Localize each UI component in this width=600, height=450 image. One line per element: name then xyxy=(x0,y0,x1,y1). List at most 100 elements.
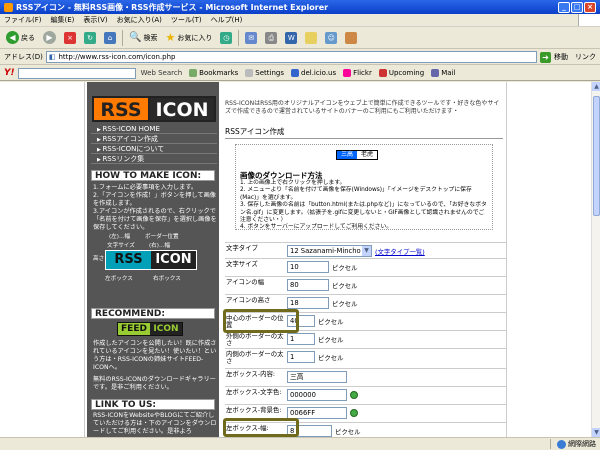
yahoo-search-input[interactable] xyxy=(17,67,136,79)
left-color-input[interactable]: 000000 xyxy=(287,389,347,401)
font-size-input[interactable]: 10 xyxy=(287,261,329,273)
unit-label: ピクセル xyxy=(335,427,361,436)
forward-button[interactable]: ▶ xyxy=(41,29,58,47)
main-content: RSS-ICONはRSS用のオリジナルアイコンをウェブ上で簡単に作成できるツール… xyxy=(223,82,508,437)
mail-button-yahoo[interactable]: Mail xyxy=(429,69,457,77)
research-icon xyxy=(345,31,358,44)
sidebar-item-create[interactable]: RSSアイコン作成 xyxy=(91,134,217,144)
sidebar: RSS ICON RSS-ICON HOME RSSアイコン作成 RSS-ICO… xyxy=(87,82,219,437)
home-button[interactable]: ⌂ xyxy=(102,29,118,47)
menu-edit[interactable]: 編集(E) xyxy=(51,15,75,25)
menu-help[interactable]: ヘルプ(H) xyxy=(211,15,243,25)
discuss-icon xyxy=(305,31,318,44)
discuss-button[interactable] xyxy=(303,29,319,47)
maximize-button[interactable]: □ xyxy=(571,1,583,13)
diagram-border-pos: ボーダー位置 xyxy=(145,234,179,240)
print-icon: ⎙ xyxy=(265,31,278,44)
delicious-button[interactable]: del.icio.us xyxy=(289,69,338,77)
flickr-label: Flickr xyxy=(353,69,372,77)
minimize-button[interactable]: _ xyxy=(558,1,570,13)
menu-view[interactable]: 表示(V) xyxy=(83,15,107,25)
font-type-list-link[interactable]: (文字タイプ一覧) xyxy=(375,247,425,256)
diagram-box1: RSS xyxy=(106,251,151,269)
address-input[interactable]: ◧ http://www.rss-icon.com/icon.php xyxy=(45,51,537,63)
links-button[interactable]: リンク xyxy=(575,52,596,62)
history-button[interactable]: ◷ xyxy=(218,29,234,47)
edit-button[interactable]: W xyxy=(283,29,299,47)
rss-icon-logo[interactable]: RSS ICON xyxy=(92,96,216,122)
unit-label: ピクセル xyxy=(318,335,344,344)
howto-step: 2.「アイコンを作成！」ボタンを押して画像を作成します。 xyxy=(93,192,216,207)
outer-border-input[interactable]: 1 xyxy=(287,333,315,345)
feed-icon-banner[interactable]: FEED ICON xyxy=(117,322,183,336)
favorites-label: お気に入り xyxy=(177,33,213,42)
go-button[interactable]: 移動 xyxy=(554,52,568,62)
feed-icon-right: ICON xyxy=(150,323,182,335)
mail-icon: ✉ xyxy=(245,31,258,44)
bookmarks-button[interactable]: Bookmarks xyxy=(187,69,240,77)
diagram-right-width: (右)…幅 xyxy=(149,243,171,249)
row-left-color: 左ボックス-文字色: 000000 xyxy=(225,386,507,401)
back-arrow-icon: ◀ xyxy=(6,31,19,44)
mail-button[interactable]: ✉ xyxy=(243,29,259,47)
close-button[interactable]: × xyxy=(584,1,596,13)
scroll-thumb[interactable] xyxy=(593,96,600,216)
search-button[interactable]: 🔍 検索 xyxy=(127,29,159,47)
sidebar-item-links[interactable]: RSSリンク集 xyxy=(91,154,217,164)
label-icon-height: アイコンの高さ xyxy=(226,296,271,304)
research-button[interactable] xyxy=(343,29,359,47)
font-type-select[interactable]: 12 Sazanami-Mincho ▼ xyxy=(287,245,372,257)
refresh-icon: ↻ xyxy=(84,31,96,44)
edit-icon: W xyxy=(285,31,298,44)
inner-border-input[interactable]: 1 xyxy=(287,351,315,363)
color-picker-icon[interactable] xyxy=(350,409,358,417)
menu-favorites[interactable]: お気に入り(A) xyxy=(117,15,162,25)
stop-icon: × xyxy=(64,31,76,44)
search-label: 検索 xyxy=(143,33,158,42)
highlight-border-position xyxy=(223,309,299,333)
globe-icon xyxy=(557,439,566,449)
left-text-input[interactable]: 三高 xyxy=(287,371,347,383)
label-font-size: 文字サイズ xyxy=(226,260,258,268)
generated-icon-preview[interactable]: 三高 老虎 xyxy=(336,150,378,160)
sidebar-item-about[interactable]: RSS-ICONについて xyxy=(91,144,217,154)
icon-diagram: (左)…幅 ボーダー位置 文字サイズ (右)…幅 高さ RSS ICON 左ボッ… xyxy=(93,232,213,290)
search-icon: 🔍 xyxy=(129,32,142,43)
unit-label: ピクセル xyxy=(332,281,358,290)
back-button[interactable]: ◀ 戻る xyxy=(4,29,37,47)
howto-step: 1.フォームに必要事項を入力します。 xyxy=(93,184,198,191)
linkto-heading: LINK TO US: xyxy=(91,399,215,410)
yahoo-logo[interactable]: Y! xyxy=(4,68,15,78)
vertical-scrollbar[interactable]: ▲ ▼ xyxy=(591,82,600,437)
settings-button[interactable]: Settings xyxy=(243,69,286,77)
diagram-height: 高さ xyxy=(93,256,105,262)
icon-width-input[interactable]: 80 xyxy=(287,279,329,291)
page-container: RSS ICON RSS-ICON HOME RSSアイコン作成 RSS-ICO… xyxy=(84,82,507,437)
scroll-up-icon[interactable]: ▲ xyxy=(592,82,600,91)
label-inner-border: 内側のボーダーの太さ xyxy=(226,350,284,365)
label-font-type: 文字タイプ xyxy=(226,244,258,252)
chevron-down-icon: ▼ xyxy=(362,246,371,256)
menu-file[interactable]: ファイル(F) xyxy=(4,15,42,25)
sidebar-item-home[interactable]: RSS-ICON HOME xyxy=(91,124,217,134)
upcoming-button[interactable]: Upcoming xyxy=(377,69,426,77)
web-search-button[interactable]: Web Search xyxy=(139,69,185,77)
howto-text: 1.フォームに必要事項を入力します。 2.「アイコンを作成！」ボタンを押して画像… xyxy=(93,184,217,232)
go-arrow-icon[interactable]: ➜ xyxy=(540,51,551,63)
favorites-button[interactable]: ★ お気に入り xyxy=(163,29,214,47)
messenger-button[interactable]: ☺ xyxy=(323,29,339,47)
flickr-button[interactable]: Flickr xyxy=(341,69,374,77)
print-button[interactable]: ⎙ xyxy=(263,29,279,47)
icon-height-input[interactable]: 18 xyxy=(287,297,329,309)
row-font-type: 文字タイプ 12 Sazanami-Mincho ▼ (文字タイプ一覧) xyxy=(225,242,507,257)
toolbar-separator xyxy=(238,29,240,46)
stop-button[interactable]: × xyxy=(62,29,78,47)
zone-indicator: 網際網路 xyxy=(550,439,596,449)
color-picker-icon[interactable] xyxy=(350,391,358,399)
logo-rss: RSS xyxy=(92,96,150,122)
status-bar: 網際網路 xyxy=(0,437,600,450)
page-viewport: RSS ICON RSS-ICON HOME RSSアイコン作成 RSS-ICO… xyxy=(0,82,591,437)
menu-tools[interactable]: ツール(T) xyxy=(171,15,202,25)
refresh-button[interactable]: ↻ xyxy=(82,29,98,47)
scroll-down-icon[interactable]: ▼ xyxy=(592,428,600,437)
